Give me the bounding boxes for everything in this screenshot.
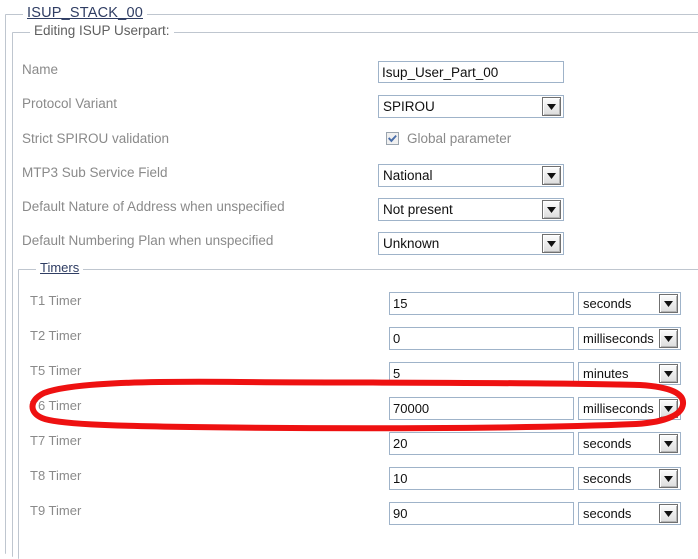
timers-section-legend: Timers xyxy=(36,261,84,275)
timer-value-input-2[interactable] xyxy=(389,362,574,385)
timer-value-input-6[interactable] xyxy=(389,502,574,525)
timer-unit-dropdown-6[interactable]: seconds xyxy=(578,502,681,525)
field-label-5: Default Numbering Plan when unspecified xyxy=(22,233,274,248)
timer-value-input-5[interactable] xyxy=(389,467,574,490)
field-dropdown-1-value: SPIROU xyxy=(383,99,435,114)
timer-label-6: T9 Timer xyxy=(30,503,82,518)
chevron-down-icon[interactable] xyxy=(659,469,678,488)
global-parameter-checkbox-row[interactable]: Global parameter xyxy=(386,131,511,146)
field-dropdown-4[interactable]: Not present xyxy=(378,198,564,221)
chevron-down-icon[interactable] xyxy=(659,364,678,383)
field-label-1: Protocol Variant xyxy=(22,96,118,111)
checkmark-icon[interactable] xyxy=(386,132,399,145)
field-label-3: MTP3 Sub Service Field xyxy=(22,165,168,180)
chevron-down-icon[interactable] xyxy=(542,200,561,219)
timer-unit-dropdown-3-value: milliseconds xyxy=(583,401,654,416)
chevron-down-icon[interactable] xyxy=(659,434,678,453)
field-label-2: Strict SPIROU validation xyxy=(22,131,170,146)
timer-label-5: T8 Timer xyxy=(30,468,82,483)
timer-label-3: T6 Timer xyxy=(30,398,82,413)
timer-unit-dropdown-3[interactable]: milliseconds xyxy=(578,397,681,420)
chevron-down-icon[interactable] xyxy=(542,234,561,253)
timer-label-4: T7 Timer xyxy=(30,433,82,448)
chevron-down-icon[interactable] xyxy=(542,166,561,185)
timer-unit-dropdown-5-value: seconds xyxy=(583,471,632,486)
timer-value-input-3[interactable] xyxy=(389,397,574,420)
global-parameter-label: Global parameter xyxy=(407,131,512,146)
field-dropdown-1[interactable]: SPIROU xyxy=(378,95,564,118)
timer-label-0: T1 Timer xyxy=(30,293,82,308)
timer-value-input-0[interactable] xyxy=(389,292,574,315)
field-dropdown-4-value: Not present xyxy=(383,202,453,217)
page-title: ISUP_STACK_00 xyxy=(23,6,147,20)
timer-unit-dropdown-0-value: seconds xyxy=(583,296,632,311)
timer-unit-dropdown-1-value: milliseconds xyxy=(583,331,654,346)
timer-unit-dropdown-2-value: minutes xyxy=(583,366,629,381)
timer-label-2: T5 Timer xyxy=(30,363,82,378)
timer-value-input-4[interactable] xyxy=(389,432,574,455)
chevron-down-icon[interactable] xyxy=(659,399,678,418)
timer-unit-dropdown-2[interactable]: minutes xyxy=(578,362,681,385)
timer-unit-dropdown-4[interactable]: seconds xyxy=(578,432,681,455)
name-input[interactable] xyxy=(378,61,564,83)
chevron-down-icon[interactable] xyxy=(659,329,678,348)
timer-label-1: T2 Timer xyxy=(30,328,82,343)
timer-unit-dropdown-4-value: seconds xyxy=(583,436,632,451)
field-label-4: Default Nature of Address when unspecifi… xyxy=(22,199,285,214)
field-label-0: Name xyxy=(22,62,59,77)
chevron-down-icon[interactable] xyxy=(659,504,678,523)
editing-section-legend: Editing ISUP Userpart: xyxy=(30,24,174,38)
timer-unit-dropdown-0[interactable]: seconds xyxy=(578,292,681,315)
timer-value-input-1[interactable] xyxy=(389,327,574,350)
field-dropdown-5-value: Unknown xyxy=(383,236,440,251)
timer-unit-dropdown-5[interactable]: seconds xyxy=(578,467,681,490)
timer-unit-dropdown-1[interactable]: milliseconds xyxy=(578,327,681,350)
field-dropdown-3[interactable]: National xyxy=(378,164,564,187)
field-dropdown-5[interactable]: Unknown xyxy=(378,232,564,255)
timer-unit-dropdown-6-value: seconds xyxy=(583,506,632,521)
field-dropdown-3-value: National xyxy=(383,168,433,183)
chevron-down-icon[interactable] xyxy=(542,97,561,116)
chevron-down-icon[interactable] xyxy=(659,294,678,313)
